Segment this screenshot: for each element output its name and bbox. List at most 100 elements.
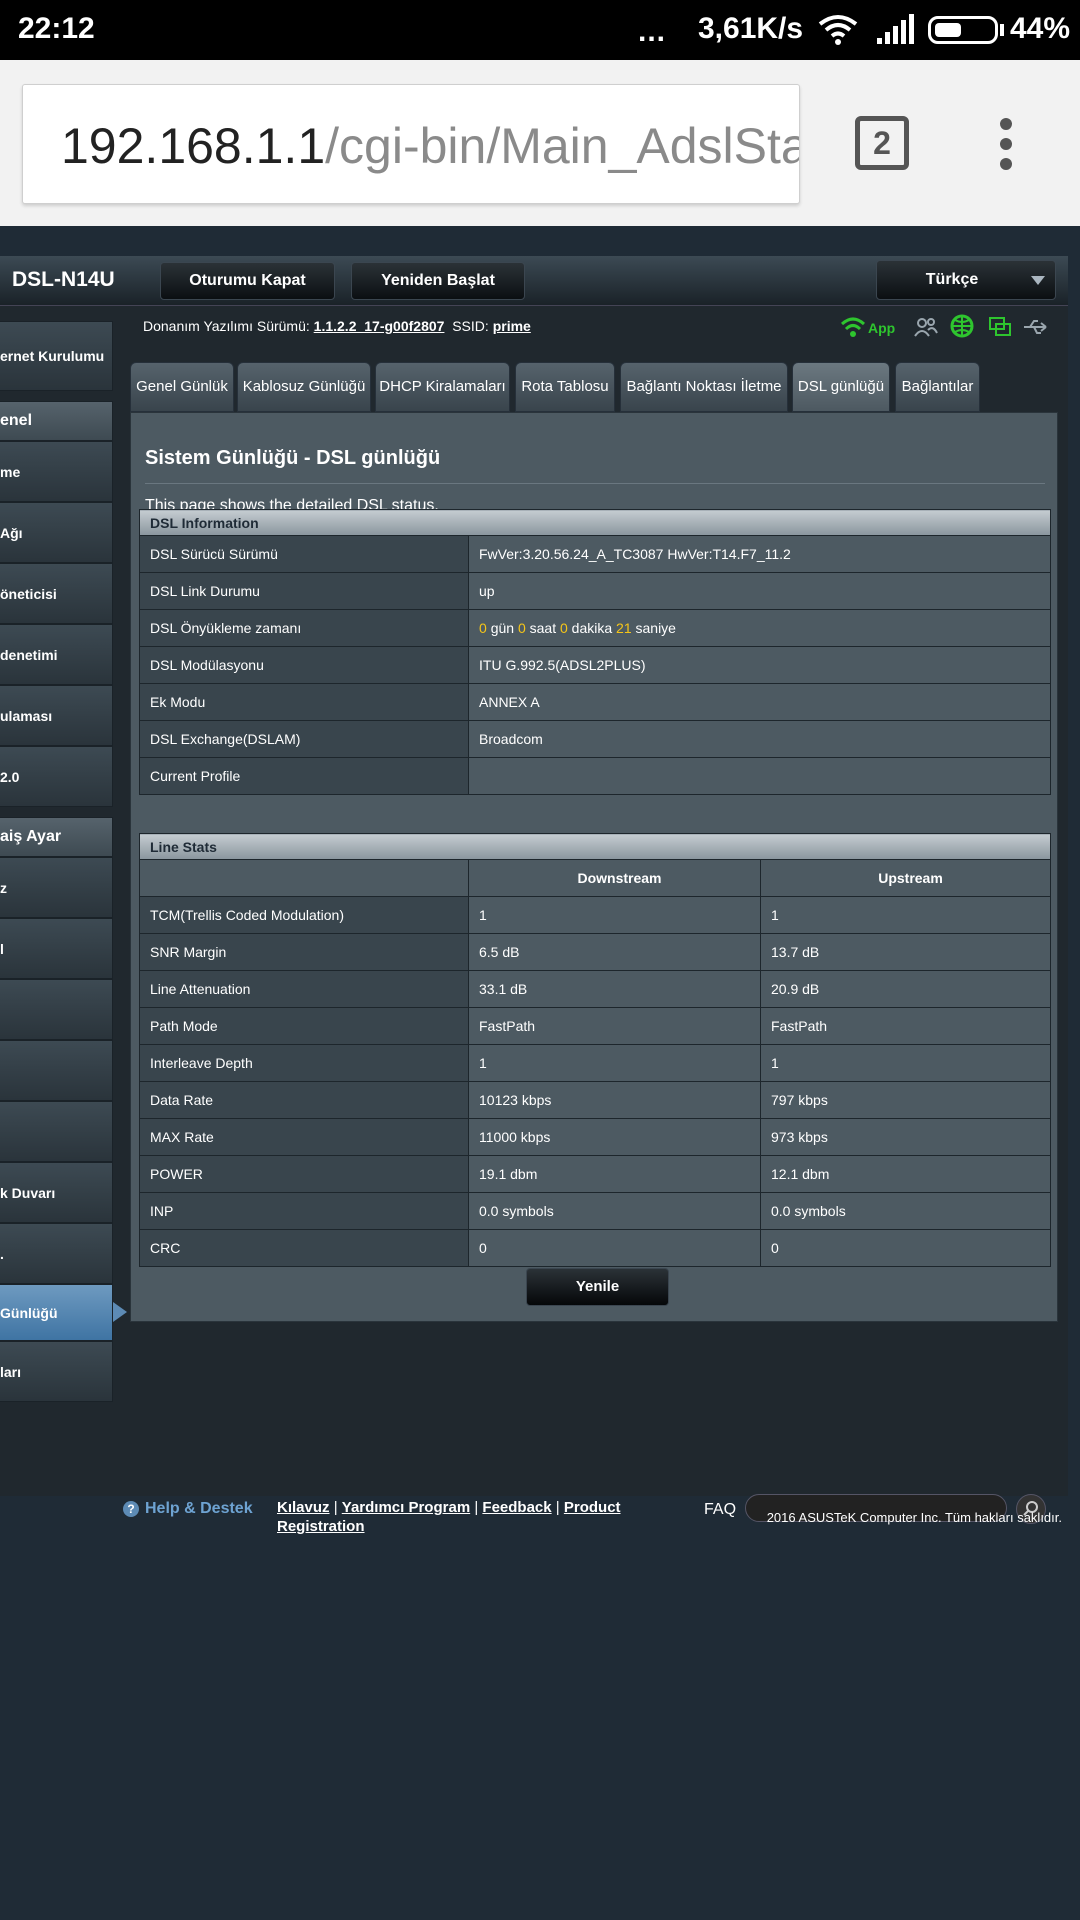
firmware-version-link[interactable]: 1.1.2.2_17-g00f2807 (314, 318, 445, 334)
row-label: MAX Rate (139, 1118, 469, 1156)
table-row: Data Rate 10123 kbps 797 kbps (139, 1081, 1051, 1119)
downstream-value: 33.1 dB (468, 970, 761, 1008)
row-label: CRC (139, 1229, 469, 1267)
copyright: 2016 ASUSTeK Computer Inc. Tüm hakları s… (766, 1510, 1062, 1525)
language-select[interactable]: Türkçe (876, 260, 1056, 300)
table-header: DSL Information (139, 509, 1051, 536)
sidebar-item-system-log[interactable]: Günlüğü (0, 1284, 113, 1341)
manual-link[interactable]: Kılavuz (277, 1499, 330, 1516)
router-ui: DSL-N14U Oturumu Kapat Yeniden Başlat Tü… (0, 256, 1068, 1535)
downstream-value: 1 (468, 1044, 761, 1082)
downstream-value: 0 (468, 1229, 761, 1267)
downstream-value: FastPath (468, 1007, 761, 1045)
signal-icon (877, 14, 914, 44)
sidebar-item-internet-setup[interactable]: ernet Kurulumu (0, 321, 113, 391)
network-map-icon[interactable] (988, 316, 1012, 338)
table-row: TCM(Trellis Coded Modulation) 1 1 (139, 896, 1051, 934)
web-page: DSL-N14U Oturumu Kapat Yeniden Başlat Tü… (0, 226, 1080, 1920)
tab-dsl-log[interactable]: DSL günlüğü (792, 362, 890, 412)
sidebar-item-7[interactable]: 2.0 (0, 746, 113, 807)
upstream-value: 12.1 dbm (760, 1155, 1051, 1193)
active-pointer-icon (113, 1302, 127, 1322)
column-headers: Downstream Upstream (139, 859, 1051, 897)
sidebar-item-11[interactable] (0, 979, 113, 1040)
table-row: CRC 0 0 (139, 1229, 1051, 1267)
utility-link[interactable]: Yardımcı Program (342, 1499, 470, 1516)
app-label[interactable]: App (868, 320, 895, 336)
row-label: Interleave Depth (139, 1044, 469, 1082)
downstream-value: 11000 kbps (468, 1118, 761, 1156)
table-row: Path Mode FastPath FastPath (139, 1007, 1051, 1045)
router-topbar: DSL-N14U Oturumu Kapat Yeniden Başlat Tü… (0, 256, 1068, 306)
downstream-value: 6.5 dB (468, 933, 761, 971)
sidebar-item-2[interactable]: me (0, 441, 113, 502)
logout-button[interactable]: Oturumu Kapat (160, 262, 335, 300)
upstream-value: 0.0 symbols (760, 1192, 1051, 1230)
notification-dots-icon: ... (638, 15, 667, 48)
tab-routing-table[interactable]: Rota Tablosu (515, 362, 615, 412)
row-label: POWER (139, 1155, 469, 1193)
table-row: Interleave Depth 1 1 (139, 1044, 1051, 1082)
firmware-info: Donanım Yazılımı Sürümü: 1.1.2.2_17-g00f… (143, 318, 531, 334)
content-panel: Sistem Günlüğü - DSL günlüğü This page s… (130, 412, 1058, 1322)
sidebar-header-advanced: aiş Ayar (0, 817, 113, 857)
tab-switcher-button[interactable]: 2 (855, 116, 909, 170)
feedback-link[interactable]: Feedback (482, 1499, 551, 1516)
ssid-label: SSID: (452, 318, 489, 334)
usb-icon[interactable] (1022, 316, 1050, 338)
table-row: DSL Önyükleme zamanı 0 gün 0 saat 0 daki… (139, 609, 1051, 647)
row-label: SNR Margin (139, 933, 469, 971)
battery-percent: 44% (1010, 12, 1071, 45)
tab-wireless-log[interactable]: Kablosuz Günlüğü (237, 362, 371, 412)
page-title: Sistem Günlüğü - DSL günlüğü (145, 447, 441, 469)
status-bar: 22:12 ... 3,61K/s 44% (0, 0, 1080, 60)
internet-globe-icon[interactable] (950, 314, 974, 338)
clock: 22:12 (18, 12, 95, 45)
sidebar-item-13[interactable] (0, 1101, 113, 1162)
battery-icon (928, 16, 998, 44)
sidebar-header-general: enel (0, 401, 113, 441)
clients-icon[interactable] (913, 316, 939, 338)
title-divider (145, 483, 1045, 484)
upstream-value: 797 kbps (760, 1081, 1051, 1119)
row-label: Data Rate (139, 1081, 469, 1119)
reboot-button[interactable]: Yeniden Başlat (351, 262, 525, 300)
chevron-down-icon (1031, 276, 1045, 285)
sidebar-item-4[interactable]: öneticisi (0, 563, 113, 624)
table-row: POWER 19.1 dbm 12.1 dbm (139, 1155, 1051, 1193)
address-bar[interactable]: 192.168.1.1/cgi-bin/Main_AdslSta (22, 84, 800, 204)
refresh-button[interactable]: Yenile (526, 1268, 669, 1306)
sidebar-item-12[interactable] (0, 1040, 113, 1101)
row-label: TCM(Trellis Coded Modulation) (139, 896, 469, 934)
sidebar-item-6[interactable]: ulaması (0, 685, 113, 746)
browser-menu-icon[interactable] (1000, 118, 1014, 178)
table-header: Line Stats (139, 833, 1051, 860)
row-label: INP (139, 1192, 469, 1230)
footer-links: Kılavuz | Yardımcı Program | Feedback | … (277, 1499, 621, 1535)
model-name: DSL-N14U (12, 268, 115, 291)
table-row: DSL Exchange(DSLAM) Broadcom (139, 720, 1051, 758)
url-host: 192.168.1.1 (61, 118, 326, 174)
tab-connections[interactable]: Bağlantılar (895, 362, 980, 412)
tab-port-forwarding[interactable]: Bağlantı Noktası İletme (620, 362, 788, 412)
url-path: /cgi-bin/Main_AdslSta (325, 118, 800, 174)
network-speed: 3,61K/s (698, 12, 804, 45)
sidebar-item-17[interactable]: ları (0, 1341, 113, 1402)
sidebar-item-15[interactable]: . (0, 1223, 113, 1284)
downstream-value: 19.1 dbm (468, 1155, 761, 1193)
tab-general-log[interactable]: Genel Günlük (130, 362, 234, 412)
upstream-value: 973 kbps (760, 1118, 1051, 1156)
ssid-link[interactable]: prime (493, 318, 531, 334)
sidebar-item-10[interactable]: l (0, 918, 113, 979)
upstream-value: 13.7 dB (760, 933, 1051, 971)
table-row: Ek Modu ANNEX A (139, 683, 1051, 721)
table-row: DSL Sürücü Sürümü FwVer:3.20.56.24_A_TC30… (139, 535, 1051, 573)
sidebar-item-5[interactable]: denetimi (0, 624, 113, 685)
wifi-app-icon[interactable] (840, 316, 866, 338)
table-row: SNR Margin 6.5 dB 13.7 dB (139, 933, 1051, 971)
sidebar-item-9[interactable]: z (0, 857, 113, 918)
downstream-value: 0.0 symbols (468, 1192, 761, 1230)
sidebar-item-3[interactable]: Ağı (0, 502, 113, 563)
sidebar-item-firewall[interactable]: k Duvarı (0, 1162, 113, 1223)
tab-dhcp-leases[interactable]: DHCP Kiralamaları (375, 362, 510, 412)
